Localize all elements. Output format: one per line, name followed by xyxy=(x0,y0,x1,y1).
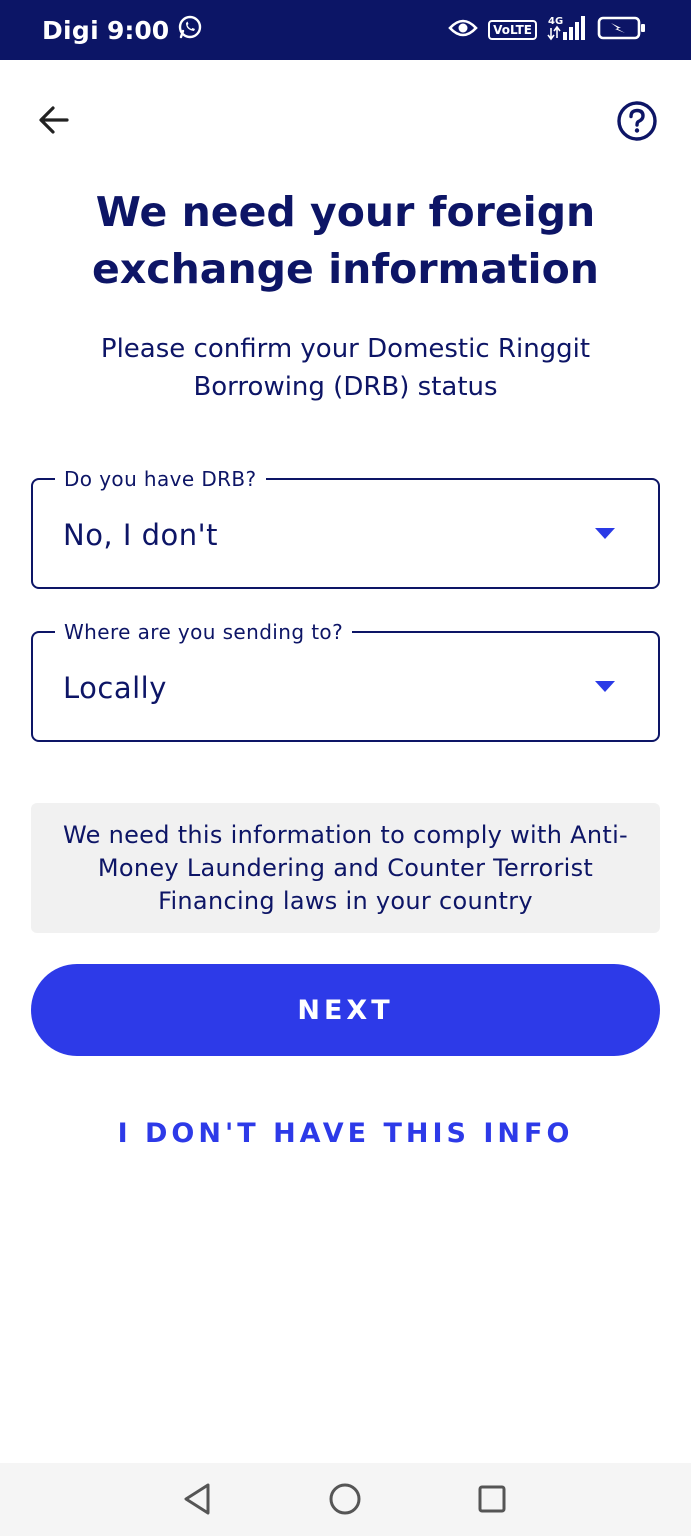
help-button[interactable] xyxy=(614,98,660,144)
compliance-info-box: We need this information to comply with … xyxy=(31,803,660,933)
help-circle-icon xyxy=(617,101,657,141)
volte-icon: VoLTE xyxy=(488,20,537,40)
drb-select-value: No, I don't xyxy=(63,518,219,552)
carrier-name: Digi xyxy=(42,15,99,45)
nav-home-button[interactable] xyxy=(325,1479,365,1519)
no-info-link[interactable]: I DON'T HAVE THIS INFO xyxy=(31,1112,660,1156)
status-bar-left: Digi 9:00 xyxy=(42,14,203,46)
whatsapp-icon xyxy=(177,14,203,46)
destination-select-value: Locally xyxy=(63,671,167,705)
nav-recents-button[interactable] xyxy=(472,1479,512,1519)
back-button[interactable] xyxy=(32,98,76,142)
triangle-back-icon xyxy=(184,1483,210,1515)
page-title: We need your foreign exchange informatio… xyxy=(92,188,599,293)
battery-charging-icon xyxy=(597,15,647,45)
drb-select[interactable]: Do you have DRB? No, I don't xyxy=(31,465,660,589)
dropdown-arrow-icon xyxy=(595,528,615,539)
compliance-info-text: We need this information to comply with … xyxy=(62,820,629,915)
signal-icon: 4G xyxy=(547,14,587,46)
arrow-left-icon xyxy=(39,106,69,134)
square-recents-icon xyxy=(478,1485,506,1513)
status-bar-right: VoLTE 4G xyxy=(448,14,647,46)
eye-icon xyxy=(448,17,478,43)
status-bar: Digi 9:00 VoLTE 4G xyxy=(0,0,691,60)
drb-select-label: Do you have DRB? xyxy=(55,465,266,493)
destination-select-label: Where are you sending to? xyxy=(55,618,353,646)
dropdown-arrow-icon xyxy=(595,681,615,692)
clock: 9:00 xyxy=(107,15,170,45)
network-type-label: 4G xyxy=(548,16,563,27)
page-subtitle: Please confirm your Domestic Ringgit Bor… xyxy=(100,334,591,402)
system-nav-bar xyxy=(0,1463,691,1536)
screen: Digi 9:00 VoLTE 4G We need your foreign … xyxy=(0,0,691,1536)
next-button[interactable]: NEXT xyxy=(31,964,660,1056)
nav-back-button[interactable] xyxy=(178,1479,218,1519)
destination-select[interactable]: Where are you sending to? Locally xyxy=(31,618,660,742)
circle-home-icon xyxy=(329,1483,361,1515)
